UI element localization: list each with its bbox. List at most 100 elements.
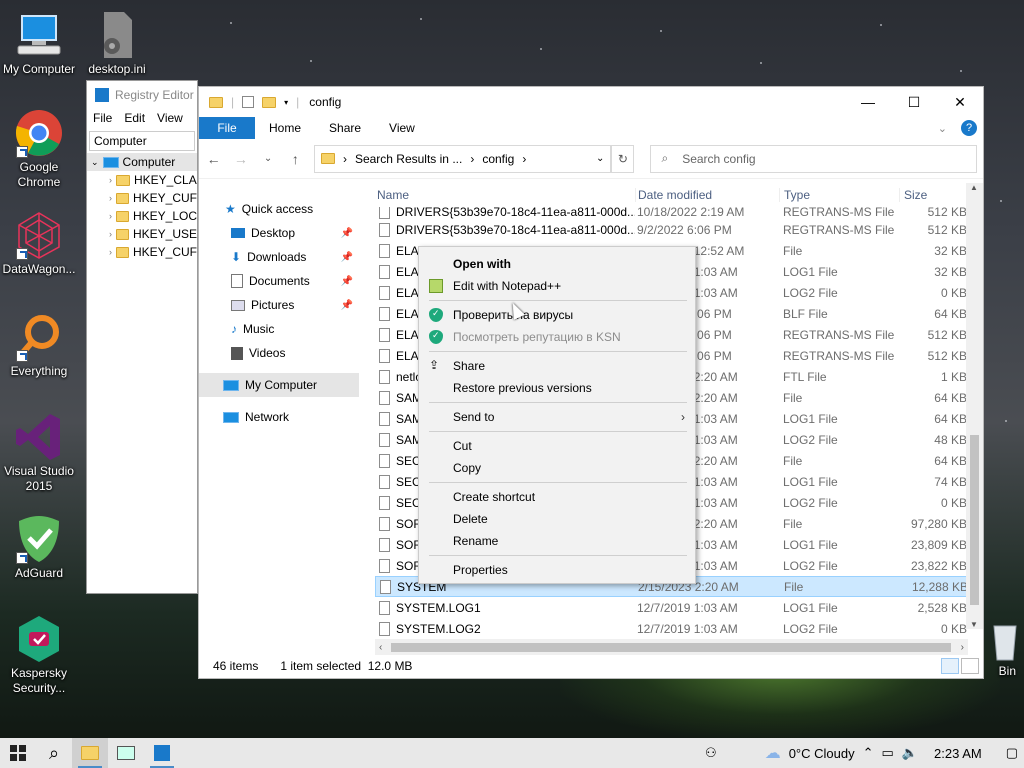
new-folder-icon[interactable] (262, 96, 277, 108)
file-row[interactable]: SYSTEM.LOG1 12/7/2019 1:03 AM LOG1 File 2,5… (375, 597, 975, 618)
recent-locations-button[interactable]: ⌄ (259, 153, 276, 164)
desktop-icon-everything[interactable]: Everything (0, 312, 78, 379)
regedit-menu-file[interactable]: File (93, 111, 112, 127)
start-button[interactable] (0, 738, 36, 768)
properties-icon[interactable] (242, 96, 255, 108)
regedit-address-bar[interactable]: Computer (89, 131, 195, 151)
nav-videos[interactable]: Videos (199, 341, 359, 365)
scroll-left-icon[interactable]: ‹ (379, 642, 382, 653)
pin-icon[interactable]: 📌 (341, 276, 353, 287)
scroll-right-icon[interactable]: › (961, 642, 964, 653)
ribbon-tab-file[interactable]: File (199, 117, 255, 139)
large-icons-view-button[interactable] (961, 658, 979, 674)
taskbar-registry-editor[interactable] (144, 738, 180, 768)
help-icon[interactable]: ? (961, 120, 977, 136)
menu-item-open-with[interactable]: Open with (419, 253, 695, 275)
nav-desktop[interactable]: Desktop 📌 (199, 221, 359, 245)
regedit-tree-root[interactable]: ⌄ Computer (87, 153, 197, 171)
network-tray-icon[interactable]: ▭ (882, 745, 894, 761)
maximize-button[interactable]: ☐ (891, 87, 937, 117)
menu-item-edit-with-notepad[interactable]: Edit with Notepad++ (419, 275, 695, 297)
search-input[interactable]: ⌕ Search config (650, 144, 977, 173)
taskbar-file-explorer[interactable] (72, 738, 108, 768)
regedit-tree-item[interactable]: › HKEY_USE (87, 225, 197, 243)
nav-documents[interactable]: Documents 📌 (199, 269, 359, 293)
menu-item-copy[interactable]: Copy (419, 457, 695, 479)
nav-music[interactable]: ♪ Music (199, 317, 359, 341)
up-button[interactable]: ↑ (287, 151, 304, 167)
minimize-button[interactable]: — (845, 87, 891, 117)
breadcrumb-search-results[interactable]: Search Results in ... (355, 152, 462, 166)
chevron-down-icon[interactable]: ▾ (284, 98, 288, 107)
regedit-tree-item[interactable]: › HKEY_CUF (87, 243, 197, 261)
nav-downloads[interactable]: ⬇ Downloads 📌 (199, 245, 359, 269)
ribbon-tab-share[interactable]: Share (315, 121, 375, 135)
file-size: 97,280 KB (910, 516, 967, 531)
menu-item-share[interactable]: ⇪ Share (419, 355, 695, 377)
address-dropdown-icon[interactable]: ⌄ (596, 153, 604, 164)
regedit-menu-view[interactable]: View (157, 111, 183, 127)
file-icon (379, 537, 390, 552)
file-row[interactable]: DRIVERS{53b39e70-18c4-11ea-a811-000d... 9… (375, 219, 975, 240)
regedit-tree-item[interactable]: › HKEY_LOC (87, 207, 197, 225)
menu-item-create-shortcut[interactable]: Create shortcut (419, 486, 695, 508)
volume-icon[interactable]: 🔈 (902, 745, 918, 761)
regedit-menu-edit[interactable]: Edit (124, 111, 145, 127)
clock[interactable]: 2:23 AM (934, 746, 982, 761)
menu-item-ksn[interactable]: Посмотреть репутацию в KSN (419, 326, 695, 348)
pin-icon[interactable]: 📌 (341, 300, 353, 311)
regedit-tree-item[interactable]: › HKEY_CUF (87, 189, 197, 207)
nav-pictures[interactable]: Pictures 📌 (199, 293, 359, 317)
menu-item-cut[interactable]: Cut (419, 435, 695, 457)
expand-ribbon-icon[interactable]: ⌄ (938, 122, 947, 135)
column-type[interactable]: Type (779, 188, 899, 202)
explorer-titlebar: | ▾ | config — ☐ ✕ (199, 87, 983, 117)
desktop-icon-kaspersky[interactable]: Kaspersky Security... (0, 614, 78, 696)
desktop-icon-adguard[interactable]: AdGuard (0, 514, 78, 581)
menu-item-rename[interactable]: Rename (419, 530, 695, 552)
file-row[interactable]: SYSTEM.LOG2 12/7/2019 1:03 AM LOG2 File 0 K… (375, 618, 975, 639)
details-view-button[interactable] (941, 658, 959, 674)
file-row[interactable]: DRIVERS{53b39e70-18c4-11ea-a811-000d... 1… (375, 207, 975, 219)
scroll-thumb[interactable] (391, 642, 951, 652)
nav-network[interactable]: Network (199, 405, 359, 429)
file-type: LOG2 File (783, 495, 838, 510)
menu-item-delete[interactable]: Delete (419, 508, 695, 530)
chevron-up-icon[interactable]: ⌃ (863, 745, 874, 761)
forward-button[interactable]: → (232, 151, 249, 167)
desktop-icon-visual-studio[interactable]: Visual Studio 2015 (0, 412, 78, 494)
breadcrumb-config[interactable]: config (482, 152, 514, 166)
context-menu: Open withEdit with Notepad++ Проверить на… (418, 246, 696, 584)
ribbon-tab-home[interactable]: Home (255, 121, 315, 135)
close-button[interactable]: ✕ (937, 87, 983, 117)
menu-item-send-to[interactable]: Send to › (419, 406, 695, 428)
weather-widget[interactable]: 0°C Cloudy (789, 746, 855, 761)
desktop-icon-desktop-ini[interactable]: desktop.ini (78, 10, 156, 77)
notifications-icon[interactable]: ▢ (1006, 745, 1018, 761)
column-name[interactable]: Name (375, 188, 635, 202)
address-bar[interactable]: › Search Results in ... › config › ⌄ (313, 144, 612, 173)
vertical-scrollbar[interactable]: ▲ ▼ (966, 183, 983, 629)
menu-item-kaspersky-item[interactable]: Проверить на вирусы (419, 304, 695, 326)
refresh-button[interactable]: ↻ (611, 144, 635, 173)
people-icon[interactable]: ⚇ (705, 745, 717, 761)
regedit-tree-item[interactable]: › HKEY_CLA (87, 171, 197, 189)
column-size[interactable]: Size (899, 188, 971, 202)
desktop-icon-google-chrome[interactable]: Google Chrome (0, 108, 78, 190)
pin-icon[interactable]: 📌 (341, 228, 353, 239)
ribbon-tab-view[interactable]: View (375, 121, 429, 135)
column-date-modified[interactable]: Date modified (635, 188, 779, 202)
nav-quick-access[interactable]: ★ Quick access (199, 197, 359, 221)
horizontal-scrollbar[interactable]: ‹ › (375, 639, 968, 655)
scroll-thumb[interactable] (970, 435, 979, 605)
desktop-icon-datawagon[interactable]: DataWagon... (0, 210, 78, 277)
taskbar-task-manager[interactable] (108, 738, 144, 768)
menu-item-properties[interactable]: Properties (419, 559, 695, 581)
back-button[interactable]: ← (205, 151, 222, 167)
registry-editor-window[interactable]: Registry Editor File Edit View Computer … (86, 80, 198, 594)
nav-my-computer[interactable]: My Computer (199, 373, 359, 397)
pin-icon[interactable]: 📌 (341, 252, 353, 263)
menu-item-restore-previous-versions[interactable]: Restore previous versions (419, 377, 695, 399)
desktop-icon-my-computer[interactable]: My Computer (0, 10, 78, 77)
search-button[interactable]: ⌕ (36, 738, 72, 768)
